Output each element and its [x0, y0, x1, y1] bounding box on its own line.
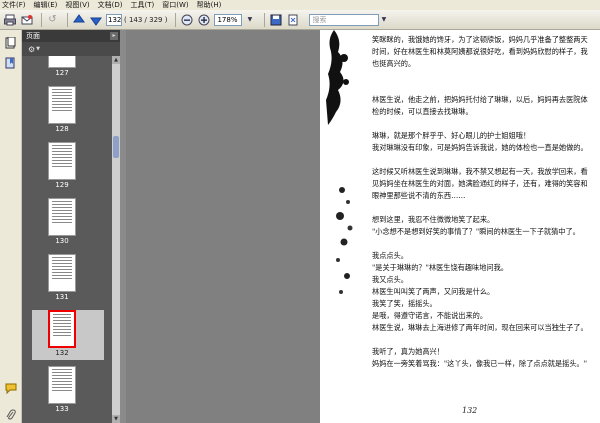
paragraph: 我点点头。: [372, 251, 408, 260]
paragraph: 这时候又听林医生说到琳琳，我不禁又想起有一天，我放学回来，看见妈妈坐在林医生的对…: [372, 167, 588, 200]
thumbnail-image: [48, 254, 76, 292]
scroll-down-icon[interactable]: ▼: [112, 415, 120, 423]
comments-icon[interactable]: [4, 382, 17, 395]
thumbnail-image: [48, 142, 76, 180]
zoom-in-icon[interactable]: [197, 13, 210, 26]
thumbnail-page-130[interactable]: 130: [32, 198, 104, 248]
previous-page-icon[interactable]: [72, 13, 85, 26]
thumbnail-page-132-selected[interactable]: 132: [32, 310, 104, 360]
paragraph: 我笑了笑，摇摇头。: [372, 299, 437, 308]
pages-panel-toolbar: ⚙ ▼: [22, 42, 120, 56]
options-icon[interactable]: ⚙: [28, 45, 35, 54]
thumbnail-image: [48, 198, 76, 236]
thumbnail-scrollbar[interactable]: ▲ ▼: [112, 56, 120, 423]
paragraph: 妈妈在一旁笑着骂我："这丫头，像我已一样，除了点点就是摇头。": [372, 359, 588, 368]
attachment-icon[interactable]: [4, 408, 17, 421]
toolbar-separator: [67, 12, 68, 27]
page-number-footer: 132: [462, 406, 478, 415]
pages-panel: 页面 ▸ ⚙ ▼ 127 128 129 130 131 132 133 ▲ ▼: [22, 30, 120, 423]
toolbar-separator: [175, 12, 177, 27]
thumbnail-image: [48, 310, 76, 348]
thumbnail-page-131[interactable]: 131: [32, 254, 104, 304]
scrollbar-thumb[interactable]: [113, 136, 119, 158]
thumbnail-page-127[interactable]: 127: [32, 56, 104, 80]
paragraph: 林医生说，他走之前，把妈妈托付给了琳琳，以后，妈妈再去医院体检的时候，可以直接去…: [372, 95, 588, 116]
ink-illustration-middle: [336, 187, 353, 294]
document-page: 笑眯眯的，我饿她的馋牙，为了这顿牍饭，妈妈几乎准备了整整两天时间，好在林医生和林…: [320, 30, 600, 423]
menu-edit[interactable]: 编辑(E): [34, 0, 58, 10]
pages-panel-icon[interactable]: [4, 36, 17, 49]
zoom-dropdown-icon[interactable]: ▼: [243, 13, 256, 26]
page-number-input[interactable]: [106, 13, 122, 26]
paragraph: "是关于琳琳的？"林医生饶有趣味地问我。: [372, 263, 508, 272]
thumbnail-label: 133: [55, 405, 69, 413]
paragraph: 林医生叫叫笑了两声，又问我是什么。: [372, 287, 495, 296]
scroll-up-icon[interactable]: ▲: [112, 56, 120, 64]
paragraph: 我又点头。: [372, 275, 408, 284]
toolbar-separator: [41, 12, 42, 27]
paragraph: 我对琳琳没有印象，可是妈妈告诉我说，她的体检也一直是她做的。: [372, 143, 588, 152]
page-count-label: ( 143 / 329 ): [124, 15, 168, 24]
pages-panel-header: 页面 ▸: [22, 30, 120, 42]
thumbnail-label: 129: [55, 181, 69, 189]
zoom-level-select[interactable]: 178%: [214, 13, 243, 26]
zoom-out-icon[interactable]: [180, 13, 193, 26]
paragraph: 我听了，真为她高兴！: [372, 347, 444, 356]
thumbnail-label: 128: [55, 125, 69, 133]
menu-document[interactable]: 文档(D): [98, 0, 123, 10]
next-page-icon[interactable]: [89, 13, 102, 26]
menu-bar: 文件(F) 编辑(E) 视图(V) 文档(D) 工具(T) 窗口(W) 帮助(H…: [0, 0, 600, 10]
ink-illustration-top: [326, 30, 349, 125]
navigation-rail: [0, 30, 22, 423]
menu-view[interactable]: 视图(V): [65, 0, 89, 10]
thumbnail-page-129[interactable]: 129: [32, 142, 104, 192]
menu-window[interactable]: 窗口(W): [162, 0, 188, 10]
fit-page-icon[interactable]: [286, 13, 299, 26]
thumbnail-label: 132: [55, 349, 69, 357]
print-icon[interactable]: [3, 13, 16, 26]
thumbnail-label: 130: [55, 237, 69, 245]
paragraph: 笑眯眯的，我饿她的馋牙，为了这顿牍饭，妈妈几乎准备了整整两天时间，好在林医生和林…: [372, 35, 588, 68]
menu-file[interactable]: 文件(F): [2, 0, 26, 10]
back-icon[interactable]: ↺: [46, 13, 59, 26]
paragraph: "小念想不是想到好笑的事情了？"瞬间的林医生一下子就猜中了。: [372, 227, 580, 236]
thumbnail-page-128[interactable]: 128: [32, 86, 104, 136]
toolbar: ↺ ( 143 / 329 ) 178% ▼ 搜索 ▼: [0, 10, 600, 30]
toolbar-separator: [264, 12, 266, 27]
menu-tools[interactable]: 工具(T): [131, 0, 155, 10]
thumbnail-image: [48, 366, 76, 404]
document-viewer[interactable]: 笑眯眯的，我饿她的馋牙，为了这顿牍饭，妈妈几乎准备了整整两天时间，好在林医生和林…: [126, 30, 600, 423]
paragraph: 是哦，得遵守诺言，不能说出来的。: [372, 311, 488, 320]
paragraph: 想到这里，我忍不住微微地笑了起来。: [372, 215, 495, 224]
pdf-reader-window: 文件(F) 编辑(E) 视图(V) 文档(D) 工具(T) 窗口(W) 帮助(H…: [0, 0, 600, 423]
thumbnail-image: [48, 86, 76, 124]
options-dropdown-icon[interactable]: ▼: [36, 46, 40, 52]
thumbnail-page-133[interactable]: 133: [32, 366, 104, 416]
panel-menu-icon[interactable]: ▸: [110, 32, 118, 40]
save-icon[interactable]: [269, 13, 282, 26]
thumbnail-label: 127: [55, 69, 69, 77]
thumbnail-label: 131: [55, 293, 69, 301]
email-icon[interactable]: [20, 13, 33, 26]
pages-panel-title: 页面: [26, 32, 40, 40]
search-input[interactable]: 搜索: [309, 13, 380, 26]
paragraph: 琳琳，就是那个胖乎乎、好心眼儿的护士姐姐哦！: [372, 131, 531, 140]
thumbnail-image: [48, 56, 76, 68]
paragraph: 林医生说，琳琳去上海进修了两年时间，现在回来可以当独生子了。: [372, 323, 588, 332]
menu-help[interactable]: 帮助(H): [197, 0, 222, 10]
thumbnail-list: 127 128 129 130 131 132 133: [22, 56, 112, 423]
bookmarks-panel-icon[interactable]: [4, 56, 17, 69]
